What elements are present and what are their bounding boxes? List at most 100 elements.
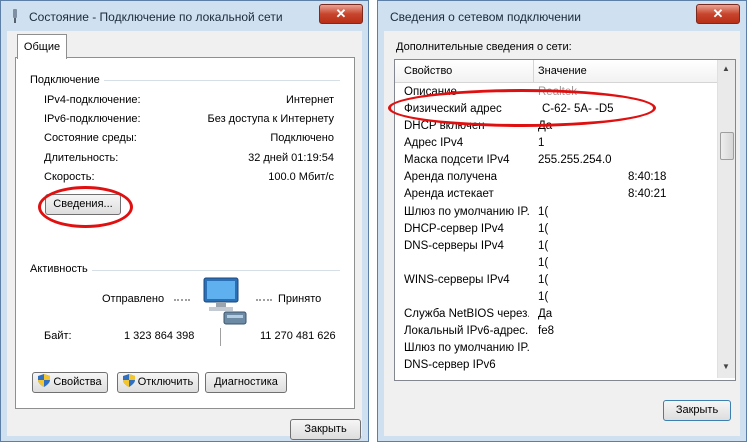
value-cell: 1( [538, 223, 549, 235]
details-window-close-button[interactable]: ✕ [696, 4, 740, 24]
value-cell: 255.255.254.0 [538, 154, 612, 166]
property-cell: Физический адрес [404, 103, 502, 115]
property-cell: Шлюз по умолчанию IP... [404, 342, 529, 354]
list-item[interactable]: 1( [395, 289, 717, 306]
network-computer-icon [203, 277, 247, 325]
listview-header: Свойство Значение [395, 60, 717, 83]
property-cell: Локальный IPv6-адрес... [404, 325, 529, 337]
value-cell: 8:40:18 [628, 171, 667, 183]
info-row-label: IPv4-подключение: [44, 94, 141, 106]
value-cell: C-62- 5A- -D5 [542, 103, 614, 115]
received-dots [256, 299, 272, 301]
status-close-button[interactable]: Закрыть [290, 419, 361, 440]
info-row-ipv6: IPv6-подключение: Без доступа к Интернет… [44, 113, 334, 127]
info-row-duration: Длительность: 32 дней 01:19:54 [44, 152, 334, 166]
properties-button-label: Свойства [53, 376, 102, 388]
property-cell: DHCP включен [404, 120, 485, 132]
property-cell: DNS-сервер IPv6 [404, 359, 496, 371]
bytes-received-value: 11 270 481 626 [260, 330, 336, 342]
scroll-up-icon[interactable]: ▲ [721, 64, 731, 74]
property-cell: Аренда получена [404, 171, 498, 183]
list-item[interactable]: Служба NetBIOS через... Да [395, 306, 717, 323]
list-item[interactable]: Маска подсети IPv4 255.255.254.0 [395, 152, 717, 169]
property-cell: Маска подсети IPv4 [404, 154, 510, 166]
details-window-title: Сведения о сетевом подключении [390, 10, 581, 24]
column-header-property[interactable]: Свойство [404, 65, 452, 77]
value-cell: fe8 [538, 325, 554, 337]
list-item[interactable]: Аренда истекает 8:40:21 [395, 186, 717, 203]
info-row-label: Состояние среды: [44, 132, 137, 144]
list-item[interactable]: Описание Realtek [395, 84, 717, 101]
value-cell: 8:40:21 [628, 188, 667, 200]
details-button[interactable]: Сведения... [45, 194, 121, 215]
bytes-sent-value: 1 323 864 398 [124, 330, 195, 342]
network-plug-icon [13, 9, 17, 23]
connection-group-label: Подключение [30, 74, 104, 86]
value-cell: 1( [538, 274, 549, 286]
property-cell: Аренда истекает [404, 188, 494, 200]
details-listview[interactable]: Свойство Значение Описание Realtek Физиче… [394, 59, 736, 381]
info-row-value: 32 дней 01:19:54 [248, 152, 334, 164]
status-window: Состояние - Подключение по локальной сет… [0, 0, 369, 442]
info-row-value: 100.0 Мбит/с [268, 171, 334, 183]
property-cell: Шлюз по умолчанию IP... [404, 206, 529, 218]
general-tab-page: Подключение IPv4-подключение: Интернет I… [15, 57, 355, 409]
list-item[interactable]: Локальный IPv6-адрес... fe8 [395, 323, 717, 340]
sent-dots [174, 299, 190, 301]
property-cell: Служба NetBIOS через... [404, 308, 529, 320]
diagnose-button[interactable]: Диагностика [205, 372, 287, 393]
shield-icon [122, 374, 135, 387]
scroll-down-icon[interactable]: ▼ [721, 362, 731, 372]
info-row-value: Без доступа к Интернету [207, 113, 334, 125]
list-item[interactable]: Шлюз по умолчанию IP... [395, 340, 717, 357]
activity-group-label: Активность [30, 263, 92, 275]
details-close-button[interactable]: Закрыть [663, 400, 731, 421]
info-row-ipv4: IPv4-подключение: Интернет [44, 94, 334, 108]
info-row-value: Интернет [286, 94, 334, 106]
properties-button[interactable]: Свойства [32, 372, 108, 393]
details-window-titlebar[interactable]: Сведения о сетевом подключении ✕ [378, 1, 746, 31]
info-row-value: Подключено [270, 132, 334, 144]
property-cell: Адрес IPv4 [404, 137, 464, 149]
value-cell: 1( [538, 240, 549, 252]
status-window-title: Состояние - Подключение по локальной сет… [29, 10, 283, 24]
info-row-media-state: Состояние среды: Подключено [44, 132, 334, 146]
property-cell: WINS-серверы IPv4 [404, 274, 510, 286]
list-item[interactable]: Адрес IPv4 1 [395, 135, 717, 152]
info-row-label: Скорость: [44, 171, 95, 183]
disable-button-label: Отключить [137, 376, 194, 388]
list-item[interactable]: DNS-серверы IPv4 1( [395, 238, 717, 255]
list-item[interactable]: Аренда получена 8:40:18 [395, 169, 717, 186]
list-item[interactable]: DNS-сервер IPv6 [395, 357, 717, 374]
tab-general[interactable]: Общие [17, 34, 67, 59]
column-separator[interactable] [533, 60, 534, 82]
list-item[interactable]: DHCP-сервер IPv4 1( [395, 221, 717, 238]
value-cell: Да [538, 120, 553, 132]
list-item[interactable]: DHCP включен Да [395, 118, 717, 135]
received-label: Принято [278, 293, 322, 305]
shield-icon [38, 374, 51, 387]
column-header-value[interactable]: Значение [538, 65, 587, 77]
property-cell: Описание [404, 86, 457, 98]
disable-button[interactable]: Отключить [117, 372, 199, 393]
status-window-close-button[interactable]: ✕ [319, 4, 363, 24]
activity-divider [220, 328, 221, 346]
listview-scrollbar[interactable]: ▲ ▼ [717, 60, 735, 378]
scroll-thumb[interactable] [720, 132, 734, 160]
status-window-titlebar[interactable]: Состояние - Подключение по локальной сет… [1, 1, 368, 31]
info-row-label: IPv6-подключение: [44, 113, 141, 125]
list-item[interactable]: Физический адрес C-62- 5A- -D5 [395, 101, 717, 118]
property-cell: DHCP-сервер IPv4 [404, 223, 504, 235]
value-cell: Realtek [538, 86, 577, 98]
value-cell: Да [538, 308, 553, 320]
list-item[interactable]: 1( [395, 255, 717, 272]
details-window: Сведения о сетевом подключении ✕ Дополни… [377, 0, 747, 442]
info-row-speed: Скорость: 100.0 Мбит/с [44, 171, 334, 185]
list-item[interactable]: Шлюз по умолчанию IP... 1( [395, 204, 717, 221]
list-item[interactable]: WINS-серверы IPv4 1( [395, 272, 717, 289]
value-cell: 1( [538, 257, 549, 269]
property-cell: DNS-серверы IPv4 [404, 240, 504, 252]
list-label: Дополнительные сведения о сети: [396, 41, 572, 53]
value-cell: 1( [538, 206, 549, 218]
sent-label: Отправлено [102, 293, 165, 305]
